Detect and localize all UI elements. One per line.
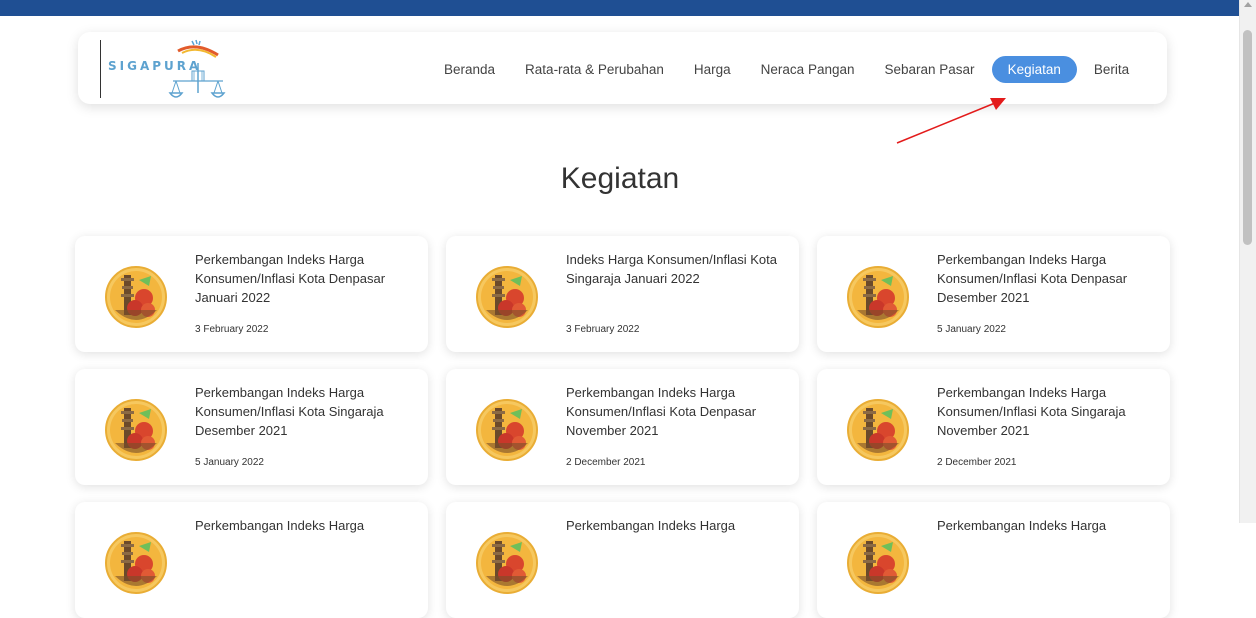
activity-card-title[interactable]: Perkembangan Indeks Harga Konsumen/Infla… bbox=[566, 383, 796, 440]
activity-thumbnail-image bbox=[462, 516, 552, 606]
activity-card-date: 3 February 2022 bbox=[566, 324, 640, 335]
activity-thumbnail-image bbox=[91, 383, 181, 473]
activity-card[interactable]: Perkembangan Indeks Harga Konsumen/Infla… bbox=[75, 369, 428, 485]
nav-item-harga[interactable]: Harga bbox=[681, 57, 744, 82]
activity-thumbnail[interactable] bbox=[833, 250, 923, 340]
page-title: Kegiatan bbox=[560, 162, 680, 195]
activity-card-title[interactable]: Perkembangan Indeks Harga bbox=[195, 516, 425, 535]
activity-thumbnail[interactable] bbox=[91, 383, 181, 473]
brand-logo[interactable]: SIGAPURA bbox=[108, 37, 228, 99]
activity-thumbnail[interactable] bbox=[833, 383, 923, 473]
activity-card[interactable]: Perkembangan Indeks Harga Konsumen/Infla… bbox=[446, 369, 799, 485]
activity-card-date: 5 January 2022 bbox=[937, 324, 1006, 335]
activity-thumbnail[interactable] bbox=[462, 250, 552, 340]
activity-thumbnail[interactable] bbox=[91, 250, 181, 340]
activity-card[interactable]: Perkembangan Indeks Harga bbox=[817, 502, 1170, 618]
scroll-up-arrow-icon[interactable] bbox=[1244, 2, 1252, 7]
activity-card-title[interactable]: Perkembangan Indeks Harga bbox=[937, 516, 1167, 535]
activity-card-title[interactable]: Perkembangan Indeks Harga Konsumen/Infla… bbox=[937, 383, 1167, 440]
activity-thumbnail-image bbox=[833, 250, 923, 340]
top-accent-bar bbox=[0, 0, 1240, 16]
nav-item-neraca-pangan[interactable]: Neraca Pangan bbox=[748, 57, 868, 82]
logo-text: SIGAPURA bbox=[108, 59, 202, 73]
activity-card-date: 2 December 2021 bbox=[937, 457, 1017, 468]
activity-thumbnail-image bbox=[91, 250, 181, 340]
activity-thumbnail[interactable] bbox=[833, 516, 923, 606]
activity-card-date: 2 December 2021 bbox=[566, 457, 646, 468]
activity-thumbnail[interactable] bbox=[462, 383, 552, 473]
nav-item-sebaran-pasar[interactable]: Sebaran Pasar bbox=[872, 57, 988, 82]
activity-thumbnail[interactable] bbox=[462, 516, 552, 606]
activity-card-title[interactable]: Perkembangan Indeks Harga Konsumen/Infla… bbox=[195, 383, 425, 440]
activity-card-date: 3 February 2022 bbox=[195, 324, 269, 335]
nav-item-berita[interactable]: Berita bbox=[1081, 57, 1142, 82]
activity-thumbnail-image bbox=[91, 516, 181, 606]
navbar: SIGAPURA Beranda Rata-rata & Perubahan H… bbox=[78, 32, 1167, 104]
activity-card-title[interactable]: Perkembangan Indeks Harga bbox=[566, 516, 796, 535]
activity-card[interactable]: Perkembangan Indeks Harga Konsumen/Infla… bbox=[817, 369, 1170, 485]
activity-thumbnail-image bbox=[833, 516, 923, 606]
activity-card[interactable]: Perkembangan Indeks Harga Konsumen/Infla… bbox=[817, 236, 1170, 352]
activity-thumbnail-image bbox=[833, 383, 923, 473]
scrollbar-thumb[interactable] bbox=[1243, 30, 1252, 245]
nav-item-rata-rata-perubahan[interactable]: Rata-rata & Perubahan bbox=[512, 57, 677, 82]
vertical-scrollbar[interactable] bbox=[1239, 0, 1256, 523]
activity-card-title[interactable]: Perkembangan Indeks Harga Konsumen/Infla… bbox=[195, 250, 425, 307]
activity-card[interactable]: Indeks Harga Konsumen/Inflasi Kota Singa… bbox=[446, 236, 799, 352]
nav-item-kegiatan[interactable]: Kegiatan bbox=[991, 55, 1077, 83]
activity-card-date: 5 January 2022 bbox=[195, 457, 264, 468]
activity-card[interactable]: Perkembangan Indeks Harga bbox=[75, 502, 428, 618]
activity-thumbnail-image bbox=[462, 250, 552, 340]
activity-thumbnail-image bbox=[462, 383, 552, 473]
logo-divider bbox=[100, 40, 101, 98]
nav-menu: Beranda Rata-rata & Perubahan Harga Nera… bbox=[431, 55, 1146, 83]
activity-card[interactable]: Perkembangan Indeks Harga bbox=[446, 502, 799, 618]
activity-card-title[interactable]: Perkembangan Indeks Harga Konsumen/Infla… bbox=[937, 250, 1167, 307]
activity-card-title[interactable]: Indeks Harga Konsumen/Inflasi Kota Singa… bbox=[566, 250, 796, 288]
activity-card[interactable]: Perkembangan Indeks Harga Konsumen/Infla… bbox=[75, 236, 428, 352]
nav-item-beranda[interactable]: Beranda bbox=[431, 57, 508, 82]
activity-thumbnail[interactable] bbox=[91, 516, 181, 606]
